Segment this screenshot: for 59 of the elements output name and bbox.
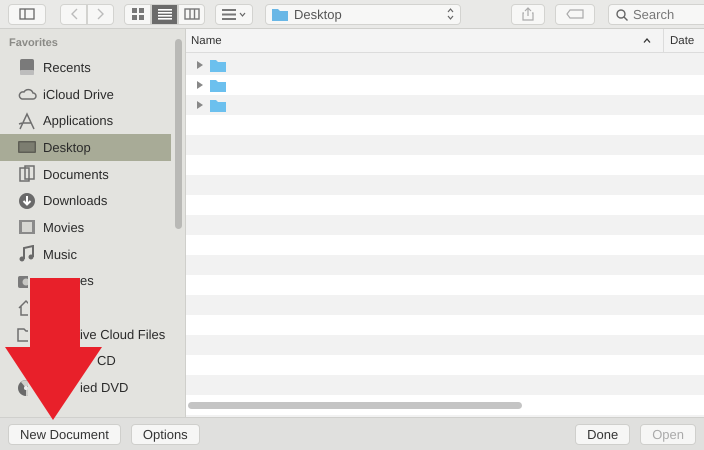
sidebar-item[interactable]: Desktop — [0, 134, 171, 161]
forward-button[interactable] — [87, 4, 114, 24]
share-button[interactable] — [511, 4, 545, 24]
disclosure-triangle-icon[interactable] — [196, 101, 204, 109]
sidebar-item-label[interactable]: CD — [97, 353, 116, 368]
disclosure-triangle-icon[interactable] — [196, 81, 204, 89]
dialog-button[interactable]: Done — [575, 424, 630, 444]
folder-icon — [210, 78, 226, 92]
section-heading: Favorites — [8, 37, 59, 51]
column-header[interactable]: Date — [664, 34, 704, 46]
forward-icon — [96, 8, 104, 20]
apps-icon — [17, 112, 37, 130]
folder-icon — [17, 326, 28, 342]
dialog-button[interactable]: Options — [130, 424, 200, 444]
share-icon — [522, 7, 534, 21]
back-icon — [70, 8, 78, 20]
folder-icon — [210, 98, 226, 112]
sidebar-item[interactable]: Documents — [0, 160, 171, 188]
display-icon — [17, 139, 37, 156]
download-icon — [18, 192, 36, 210]
sidebar-item-label[interactable]: es — [80, 273, 94, 288]
drive-icon — [18, 58, 36, 76]
sidebar-item[interactable]: iCloud Drive — [0, 80, 171, 108]
column-header[interactable]: Name — [191, 34, 643, 46]
list-icon — [158, 8, 172, 20]
sidebar-item-label[interactable]: ive Cloud Files — [80, 326, 166, 342]
film-icon — [18, 219, 36, 236]
tag-icon — [566, 9, 584, 19]
location-popup[interactable]: Desktop — [265, 4, 461, 24]
sidebar-toggle-button[interactable] — [8, 4, 46, 24]
columns-icon — [184, 8, 200, 20]
dialog-button[interactable]: New Document — [8, 424, 121, 444]
view-mode-button[interactable] — [124, 4, 151, 24]
folder-icon — [210, 58, 226, 72]
sidebar-item[interactable]: Applications — [0, 107, 171, 134]
folder-icon — [272, 8, 288, 20]
search-field[interactable]: Search — [608, 4, 704, 24]
cloud-icon — [17, 86, 37, 102]
view-mode-button[interactable] — [178, 4, 205, 24]
view-mode-button[interactable] — [151, 4, 178, 24]
sidebar-item[interactable]: Movies — [0, 214, 171, 241]
chevron-icon — [239, 12, 246, 16]
back-button[interactable] — [60, 4, 87, 24]
updown-icon — [447, 8, 454, 20]
sidebar-item[interactable]: Recents — [0, 54, 171, 81]
documents-icon — [18, 165, 36, 184]
arrange-button[interactable] — [215, 4, 253, 24]
sidebar-item[interactable]: Downloads — [0, 187, 171, 214]
house-icon[interactable] — [17, 298, 28, 317]
search-icon — [616, 8, 628, 20]
sidebar-item[interactable]: Music — [0, 240, 171, 268]
sidebar-icon — [19, 8, 35, 20]
music-note-icon — [18, 245, 36, 264]
sidebar-item-label[interactable]: ied DVD — [80, 380, 128, 396]
scrollbar[interactable] — [175, 39, 182, 229]
scrollbar[interactable] — [188, 402, 522, 409]
tag-button[interactable] — [555, 4, 595, 24]
disclosure-triangle-icon[interactable] — [196, 61, 204, 69]
sort-caret-icon — [643, 38, 651, 43]
